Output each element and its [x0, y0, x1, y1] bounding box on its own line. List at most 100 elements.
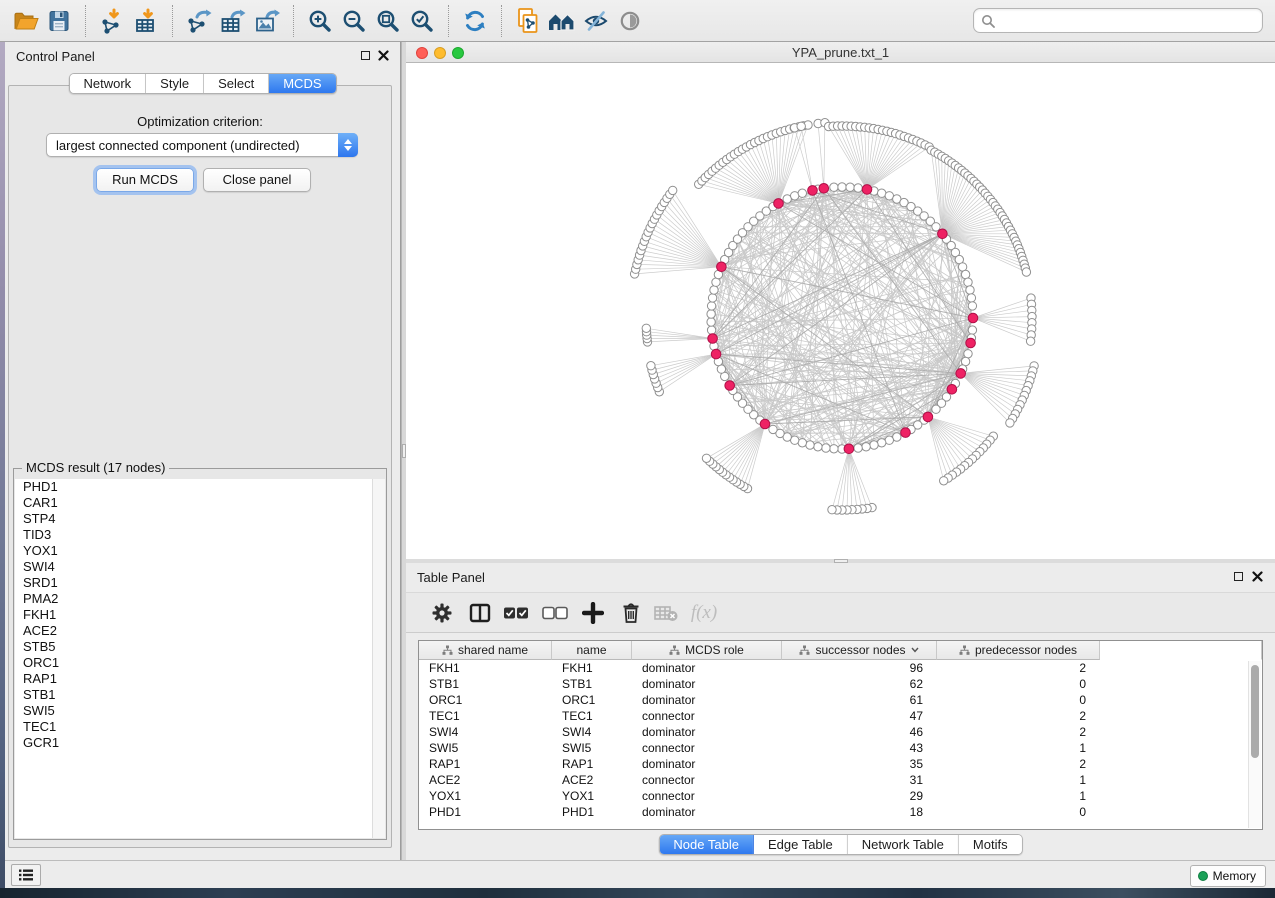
cell-predecessor_nodes[interactable]: 2	[937, 708, 1100, 724]
criterion-select[interactable]: largest connected component (undirected)	[46, 133, 358, 157]
tab-network-table[interactable]: Network Table	[848, 835, 959, 854]
cell-mcds_role[interactable]: dominator	[632, 724, 782, 740]
unselect-all-columns-icon[interactable]	[541, 599, 569, 627]
network-node[interactable]	[797, 122, 805, 130]
cell-mcds_role[interactable]: dominator	[632, 692, 782, 708]
cell-name[interactable]: RAP1	[552, 756, 632, 772]
network-dominator-node[interactable]	[711, 349, 721, 359]
cell-name[interactable]: STB1	[552, 676, 632, 692]
network-dominator-node[interactable]	[901, 428, 911, 438]
function-builder-icon-disabled[interactable]: f(x)	[690, 599, 718, 627]
cell-successor_nodes[interactable]: 18	[782, 804, 937, 820]
table-row[interactable]: FKH1FKH1dominator962	[419, 660, 1262, 676]
column-header-predecessor-nodes[interactable]: predecessor nodes	[937, 641, 1100, 660]
close-panel-button[interactable]: Close panel	[203, 168, 311, 192]
network-node[interactable]	[822, 444, 830, 452]
network-node[interactable]	[702, 454, 710, 462]
network-dominator-node[interactable]	[862, 185, 872, 195]
cell-mcds_role[interactable]: connector	[632, 772, 782, 788]
search-box[interactable]	[973, 8, 1263, 33]
cell-name[interactable]: SWI5	[552, 740, 632, 756]
cell-mcds_role[interactable]: dominator	[632, 804, 782, 820]
table-row[interactable]: SWI4SWI4dominator462	[419, 724, 1262, 740]
mcds-result-item[interactable]: STB1	[15, 687, 385, 703]
export-table-icon[interactable]	[216, 4, 250, 38]
mcds-result-item[interactable]: PHD1	[15, 479, 385, 495]
export-network-icon[interactable]	[182, 4, 216, 38]
table-row[interactable]: YOX1YOX1connector291	[419, 788, 1262, 804]
network-node[interactable]	[846, 183, 854, 191]
show-column-panel-icon[interactable]	[466, 599, 494, 627]
cell-name[interactable]: TEC1	[552, 708, 632, 724]
cell-shared_name[interactable]: SWI4	[419, 724, 552, 740]
network-node[interactable]	[830, 445, 838, 453]
mcds-result-item[interactable]: SWI4	[15, 559, 385, 575]
import-table-icon[interactable]	[129, 4, 163, 38]
network-node[interactable]	[708, 294, 716, 302]
table-settings-gear-icon[interactable]	[428, 599, 456, 627]
cell-name[interactable]: ACE2	[552, 772, 632, 788]
cell-mcds_role[interactable]: dominator	[632, 660, 782, 676]
mcds-result-item[interactable]: SRD1	[15, 575, 385, 591]
network-node[interactable]	[830, 183, 838, 191]
cell-successor_nodes[interactable]: 61	[782, 692, 937, 708]
tab-edge-table[interactable]: Edge Table	[754, 835, 848, 854]
table-row[interactable]: ORC1ORC1dominator610	[419, 692, 1262, 708]
cell-mcds_role[interactable]: connector	[632, 708, 782, 724]
delete-column-trash-icon[interactable]	[617, 599, 645, 627]
network-node[interactable]	[707, 302, 715, 310]
cell-mcds_role[interactable]: dominator	[632, 756, 782, 772]
network-node[interactable]	[966, 286, 974, 294]
search-input[interactable]	[1000, 12, 1255, 29]
network-node[interactable]	[828, 506, 836, 514]
cell-successor_nodes[interactable]: 96	[782, 660, 937, 676]
network-node[interactable]	[968, 326, 976, 334]
refresh-icon[interactable]	[458, 4, 492, 38]
network-dominator-node[interactable]	[956, 369, 966, 379]
network-node[interactable]	[964, 350, 972, 358]
column-header-shared-name[interactable]: shared name	[419, 641, 552, 660]
tab-style[interactable]: Style	[146, 74, 204, 93]
network-dominator-node[interactable]	[968, 313, 978, 323]
network-node[interactable]	[806, 441, 814, 449]
column-header-name[interactable]: name	[552, 641, 632, 660]
mcds-result-item[interactable]: ACE2	[15, 623, 385, 639]
cell-shared_name[interactable]: TEC1	[419, 708, 552, 724]
network-node[interactable]	[707, 310, 715, 318]
cell-shared_name[interactable]: FKH1	[419, 660, 552, 676]
network-node[interactable]	[870, 441, 878, 449]
cell-shared_name[interactable]: RAP1	[419, 756, 552, 772]
close-panel-icon[interactable]	[1252, 571, 1263, 582]
mcds-result-item[interactable]: TEC1	[15, 719, 385, 735]
cell-name[interactable]: PHD1	[552, 804, 632, 820]
network-node[interactable]	[968, 302, 976, 310]
table-row[interactable]: ACE2ACE2connector311	[419, 772, 1262, 788]
cell-successor_nodes[interactable]: 46	[782, 724, 937, 740]
cell-shared_name[interactable]: YOX1	[419, 788, 552, 804]
table-row[interactable]: PHD1PHD1dominator180	[419, 804, 1262, 820]
network-node[interactable]	[769, 425, 777, 433]
zoom-selected-icon[interactable]	[405, 4, 439, 38]
cell-predecessor_nodes[interactable]: 2	[937, 724, 1100, 740]
zoom-in-icon[interactable]	[303, 4, 337, 38]
network-node[interactable]	[940, 477, 948, 485]
network-node[interactable]	[1026, 337, 1034, 345]
column-header-successor-nodes[interactable]: successor nodes	[782, 641, 937, 660]
mcds-result-item[interactable]: SWI5	[15, 703, 385, 719]
table-row[interactable]: STB1STB1dominator620	[419, 676, 1262, 692]
tab-mcds[interactable]: MCDS	[269, 74, 335, 93]
network-dominator-node[interactable]	[819, 184, 829, 194]
close-panel-icon[interactable]	[378, 50, 389, 61]
save-icon[interactable]	[42, 4, 76, 38]
mcds-result-item[interactable]: PMA2	[15, 591, 385, 607]
mcds-result-item[interactable]: STB5	[15, 639, 385, 655]
network-node[interactable]	[838, 183, 846, 191]
network-node[interactable]	[854, 184, 862, 192]
network-dominator-node[interactable]	[725, 381, 735, 391]
cell-name[interactable]: ORC1	[552, 692, 632, 708]
float-panel-icon[interactable]	[1234, 572, 1243, 581]
memory-button[interactable]: Memory	[1190, 865, 1266, 887]
network-node[interactable]	[1006, 419, 1014, 427]
cell-predecessor_nodes[interactable]: 2	[937, 660, 1100, 676]
network-node[interactable]	[669, 186, 677, 194]
